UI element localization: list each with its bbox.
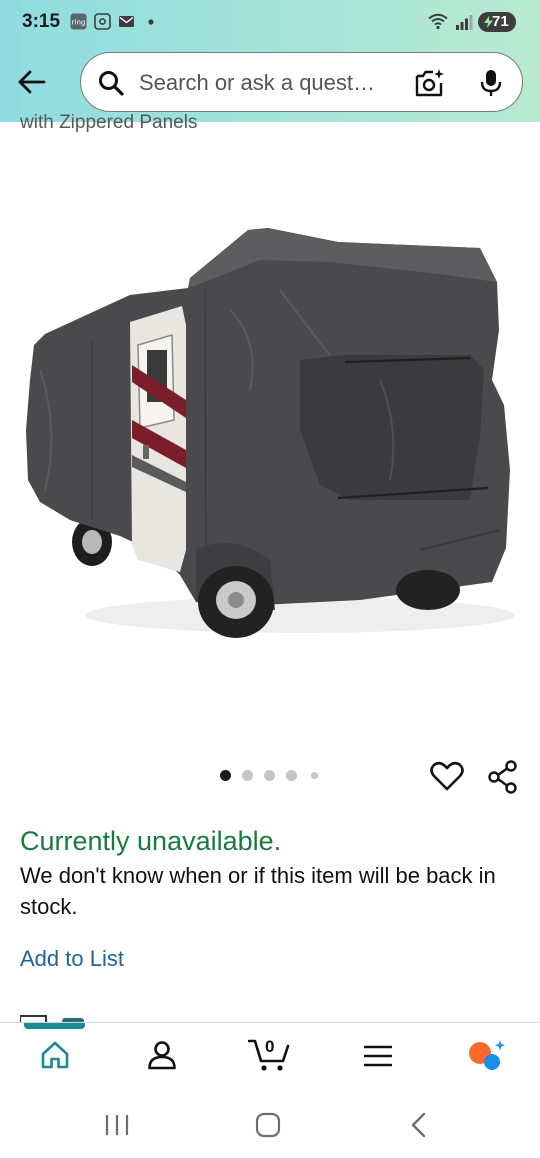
search-icon (99, 71, 124, 96)
status-bar: 3:15 ring 71 (0, 0, 540, 46)
top-bar: 3:15 ring 71 Search or ask a quest… (0, 0, 540, 122)
product-title-fragment: with Zippered Panels (20, 112, 198, 133)
ring-icon: ring (70, 13, 87, 30)
dot-icon (148, 19, 154, 25)
availability-message: We don't know when or if this item will … (20, 863, 496, 919)
camera-search-icon[interactable] (414, 68, 446, 98)
microphone-icon[interactable] (479, 68, 503, 98)
bottom-navigation: 0 (0, 1022, 540, 1094)
screenshot-icon (94, 13, 111, 30)
rufus-assistant-icon[interactable] (466, 1039, 506, 1075)
battery-indicator: 71 (478, 12, 516, 32)
recent-apps-icon[interactable] (104, 1114, 130, 1136)
mail-icon (119, 16, 134, 27)
home-icon[interactable] (39, 1039, 71, 1071)
svg-text:ring: ring (72, 19, 86, 27)
share-icon[interactable] (487, 760, 519, 794)
active-tab-indicator (24, 1023, 85, 1029)
signal-icon (456, 15, 473, 30)
carousel-dot[interactable] (242, 770, 253, 781)
cart-count: 0 (265, 1037, 275, 1056)
home-button-icon[interactable] (255, 1112, 281, 1138)
menu-icon[interactable] (364, 1045, 392, 1067)
carousel-dot[interactable] (264, 770, 275, 781)
account-icon[interactable] (146, 1039, 178, 1071)
carousel-dot[interactable] (311, 772, 318, 779)
product-image[interactable] (0, 170, 540, 660)
system-navigation-bar (0, 1094, 540, 1158)
rear-wheel-hub (82, 530, 102, 554)
availability-status: Currently unavailable. (20, 826, 282, 856)
carousel-dot-active[interactable] (220, 770, 231, 781)
battery-level: 71 (492, 13, 509, 30)
screen: 3:15 ring 71 Search or ask a quest… with… (0, 0, 540, 1158)
search-bar[interactable]: Search or ask a quest… (80, 52, 523, 112)
system-back-icon[interactable] (408, 1112, 428, 1138)
heart-icon[interactable] (430, 760, 464, 792)
search-input[interactable]: Search or ask a quest… (139, 70, 401, 96)
wifi-icon (428, 13, 448, 30)
add-to-list-link[interactable]: Add to List (20, 946, 124, 972)
status-time: 3:15 (22, 11, 61, 32)
back-arrow-icon[interactable] (16, 66, 48, 98)
carousel-dot[interactable] (286, 770, 297, 781)
